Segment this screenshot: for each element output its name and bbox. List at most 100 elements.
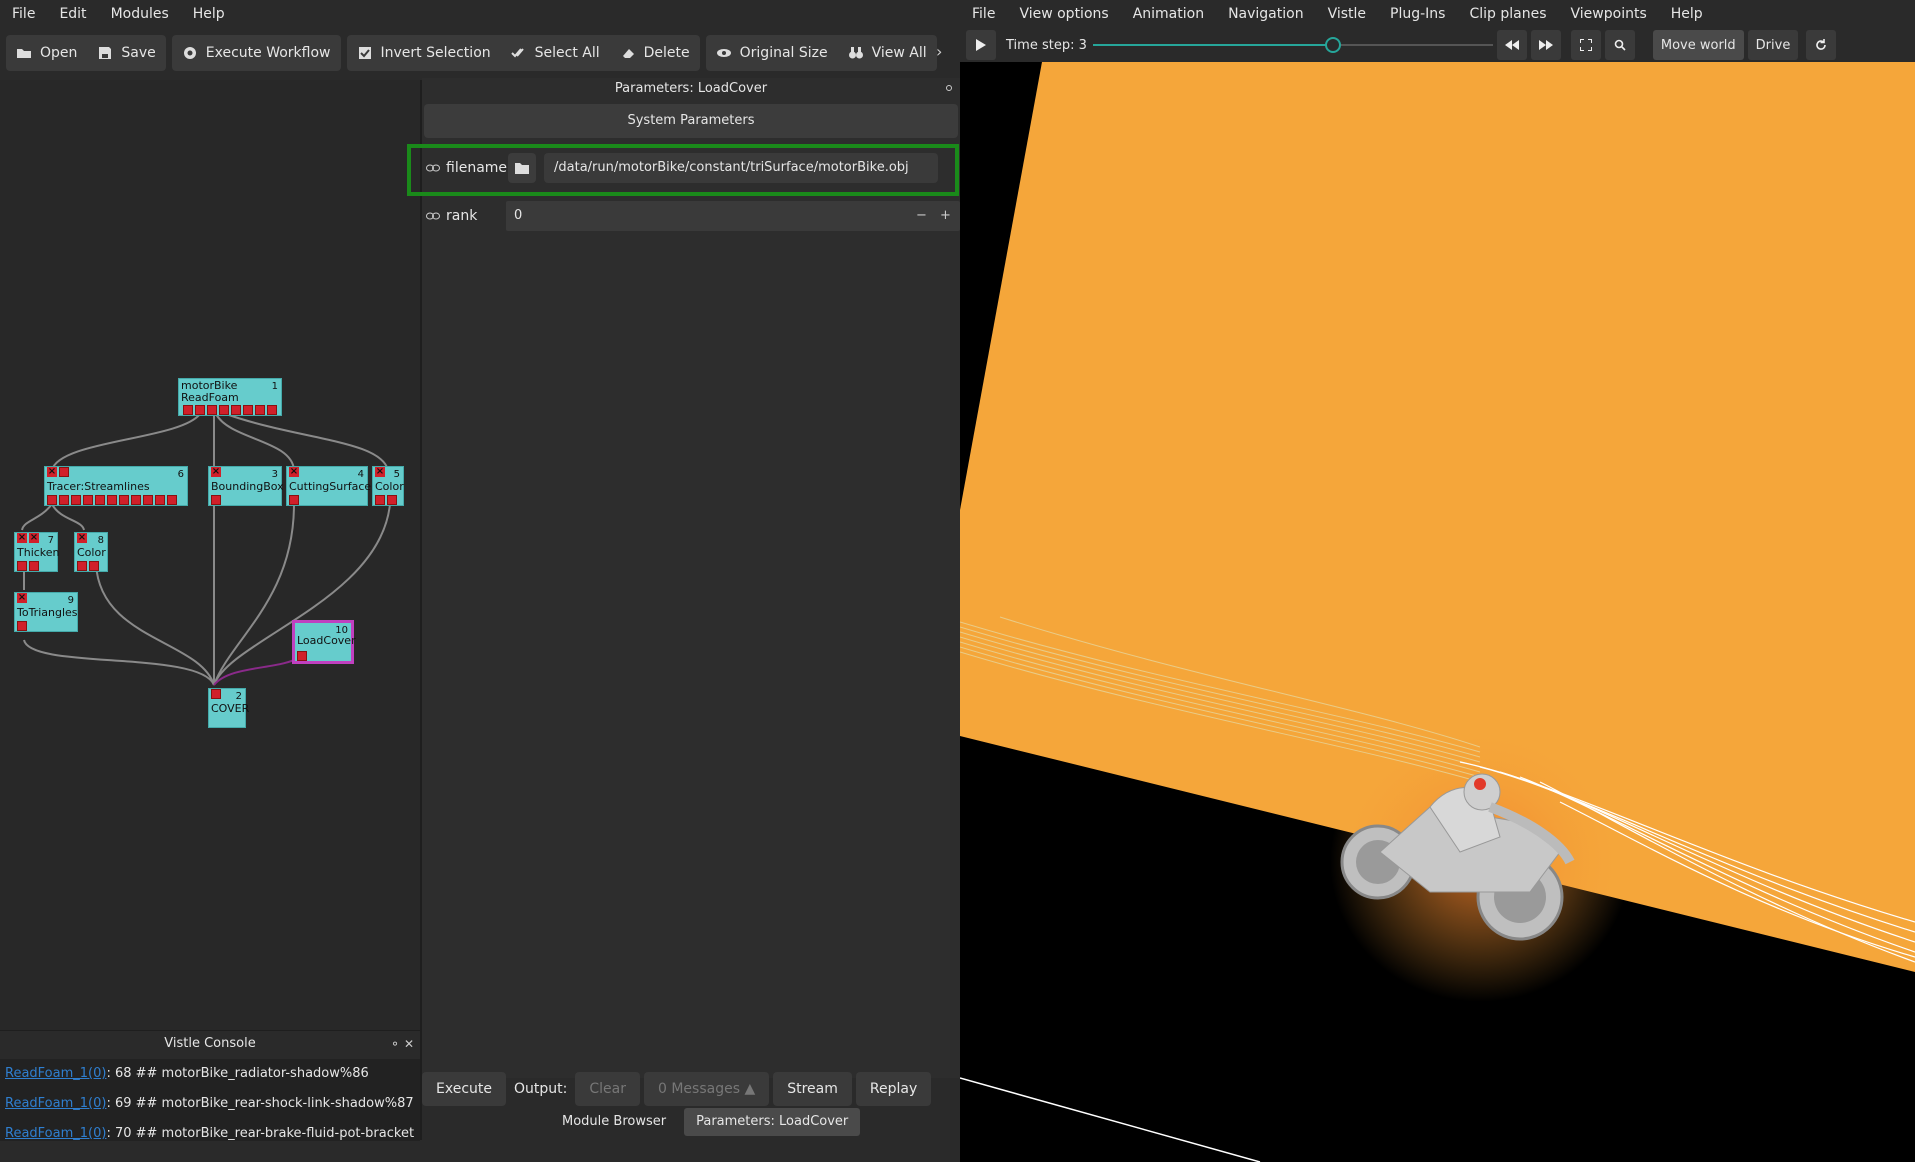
- menu-file[interactable]: File: [0, 0, 47, 28]
- module-cover[interactable]: COVER 2: [208, 688, 249, 728]
- timestep-slider[interactable]: [1092, 35, 1493, 55]
- zoom-button[interactable]: [1604, 30, 1635, 60]
- tab-parameters[interactable]: Parameters: LoadCover: [684, 1108, 861, 1136]
- cover-menu-view-options[interactable]: View options: [1007, 0, 1120, 28]
- select-all-button[interactable]: Select All: [501, 35, 610, 71]
- output-port[interactable]: [77, 561, 87, 571]
- output-port[interactable]: [107, 495, 117, 505]
- output-port[interactable]: [255, 405, 265, 415]
- input-port-unconnected-icon[interactable]: ×: [289, 467, 299, 477]
- module-thicken[interactable]: × × Thicken 7: [14, 532, 60, 572]
- system-parameters-button[interactable]: System Parameters: [424, 104, 958, 138]
- execute-button[interactable]: Execute: [422, 1072, 506, 1106]
- fullscreen-button[interactable]: [1570, 30, 1601, 60]
- output-port[interactable]: [219, 405, 229, 415]
- cover-menu-animation[interactable]: Animation: [1121, 0, 1216, 28]
- output-port[interactable]: [119, 495, 129, 505]
- link-icon[interactable]: [426, 211, 440, 221]
- play-button[interactable]: [966, 30, 996, 60]
- cover-menu-viewpoints[interactable]: Viewpoints: [1559, 0, 1659, 28]
- input-port-unconnected-icon[interactable]: ×: [375, 467, 385, 477]
- output-port[interactable]: [155, 495, 165, 505]
- save-button[interactable]: Save: [87, 35, 165, 71]
- input-port-unconnected-icon[interactable]: ×: [17, 533, 27, 543]
- output-port[interactable]: [289, 495, 299, 505]
- 3d-viewport[interactable]: [960, 62, 1915, 1162]
- move-world-button[interactable]: Move world: [1652, 30, 1744, 60]
- output-port[interactable]: [207, 405, 217, 415]
- decrement-icon[interactable]: −: [916, 201, 927, 231]
- output-port[interactable]: [95, 495, 105, 505]
- output-port[interactable]: [59, 495, 69, 505]
- open-button[interactable]: Open: [6, 35, 87, 71]
- output-port[interactable]: [375, 495, 385, 505]
- float-icon[interactable]: ⚬: [390, 1037, 400, 1051]
- console-link[interactable]: ReadFoam_1(0): [5, 1066, 106, 1081]
- input-port-unconnected-icon[interactable]: ×: [77, 533, 87, 543]
- cover-menu-plugins[interactable]: Plug-Ins: [1378, 0, 1457, 28]
- module-color-5[interactable]: × Color 5: [372, 466, 404, 506]
- output-port[interactable]: [71, 495, 81, 505]
- input-port-unconnected-icon[interactable]: ×: [17, 593, 27, 603]
- input-port[interactable]: [59, 467, 69, 477]
- module-boundingbox[interactable]: × BoundingBox 3: [208, 466, 284, 506]
- step-back-button[interactable]: [1496, 30, 1527, 60]
- cover-menu-navigation[interactable]: Navigation: [1216, 0, 1316, 28]
- original-size-button[interactable]: Original Size: [706, 35, 838, 71]
- output-port[interactable]: [29, 561, 39, 571]
- output-port[interactable]: [17, 621, 27, 631]
- module-readfoam[interactable]: motorBike ReadFoam 1: [178, 378, 282, 416]
- messages-button[interactable]: 0 Messages ▲: [643, 1072, 770, 1106]
- output-port[interactable]: [17, 561, 27, 571]
- delete-button[interactable]: Delete: [610, 35, 700, 71]
- slider-handle[interactable]: [1324, 37, 1341, 53]
- module-totriangles[interactable]: × ToTriangles 9: [14, 592, 78, 632]
- module-tracer[interactable]: × Tracer:Streamlines 6: [44, 466, 188, 506]
- cover-menu-help[interactable]: Help: [1659, 0, 1715, 28]
- menu-help[interactable]: Help: [181, 0, 237, 28]
- invert-selection-button[interactable]: Invert Selection: [347, 35, 501, 71]
- output-port[interactable]: [195, 405, 205, 415]
- increment-icon[interactable]: +: [940, 201, 951, 231]
- rank-spinbox[interactable]: 0 − +: [506, 201, 960, 231]
- output-port[interactable]: [131, 495, 141, 505]
- step-forward-button[interactable]: [1530, 30, 1561, 60]
- clear-button[interactable]: Clear: [575, 1072, 640, 1106]
- drive-button[interactable]: Drive: [1747, 30, 1799, 60]
- console-link[interactable]: ReadFoam_1(0): [5, 1096, 106, 1111]
- input-port-unconnected-icon[interactable]: ×: [211, 467, 221, 477]
- module-color-8[interactable]: × Color 8: [74, 532, 108, 572]
- menu-edit[interactable]: Edit: [47, 0, 98, 28]
- output-port[interactable]: [211, 495, 221, 505]
- module-cuttingsurface[interactable]: × CuttingSurface 4: [286, 466, 371, 506]
- console-link[interactable]: ReadFoam_1(0): [5, 1126, 106, 1141]
- output-port[interactable]: [231, 405, 241, 415]
- output-port[interactable]: [387, 495, 397, 505]
- console-output[interactable]: ReadFoam_1(0): 68 ## motorBike_radiator-…: [0, 1059, 420, 1141]
- replay-button[interactable]: Replay: [855, 1072, 932, 1106]
- input-port-unconnected-icon[interactable]: ×: [29, 533, 39, 543]
- cover-menu-clip-planes[interactable]: Clip planes: [1457, 0, 1558, 28]
- float-pin-icon[interactable]: [946, 85, 952, 91]
- menu-modules[interactable]: Modules: [99, 0, 181, 28]
- output-port[interactable]: [167, 495, 177, 505]
- output-port[interactable]: [243, 405, 253, 415]
- output-port[interactable]: [47, 495, 57, 505]
- close-icon[interactable]: ✕: [404, 1037, 414, 1051]
- output-port[interactable]: [297, 651, 307, 661]
- output-port[interactable]: [183, 405, 193, 415]
- stream-button[interactable]: Stream: [773, 1072, 852, 1106]
- view-all-button[interactable]: View All: [838, 35, 937, 71]
- input-port[interactable]: [211, 689, 221, 699]
- output-port[interactable]: [89, 561, 99, 571]
- cover-menu-file[interactable]: File: [960, 0, 1007, 28]
- execute-workflow-button[interactable]: Execute Workflow: [172, 35, 341, 71]
- output-port[interactable]: [143, 495, 153, 505]
- output-port[interactable]: [267, 405, 277, 415]
- toolbar-overflow-chevron-icon[interactable]: ›: [936, 42, 942, 61]
- input-port-unconnected-icon[interactable]: ×: [47, 467, 57, 477]
- module-loadcover[interactable]: LoadCover 10: [292, 620, 356, 664]
- cover-menu-vistle[interactable]: Vistle: [1316, 0, 1378, 28]
- output-port[interactable]: [83, 495, 93, 505]
- tab-module-browser[interactable]: Module Browser: [550, 1108, 678, 1136]
